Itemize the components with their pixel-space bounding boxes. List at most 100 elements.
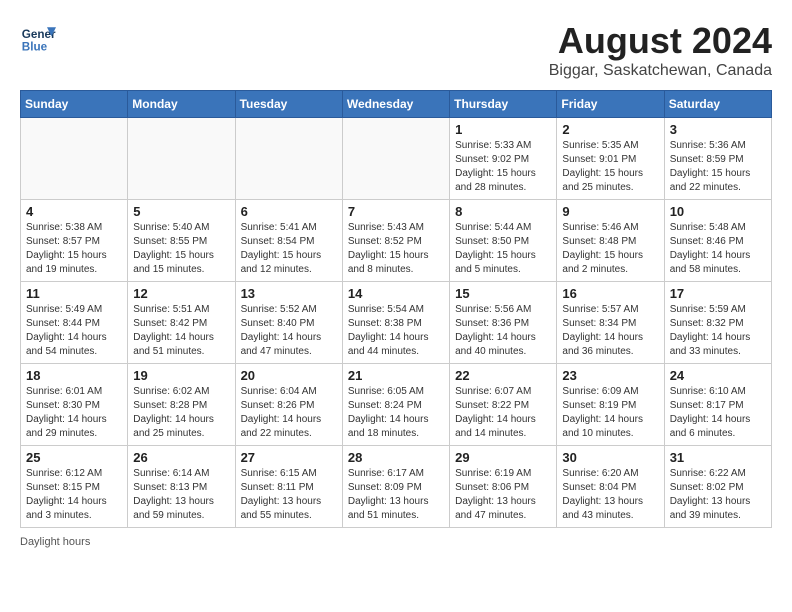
calendar-cell: 6Sunrise: 5:41 AMSunset: 8:54 PMDaylight… <box>235 200 342 282</box>
logo-icon: General Blue <box>20 20 56 56</box>
day-number: 4 <box>26 204 122 219</box>
day-info: Sunrise: 6:19 AMSunset: 8:06 PMDaylight:… <box>455 467 551 523</box>
day-info: Sunrise: 5:40 AMSunset: 8:55 PMDaylight:… <box>133 221 229 277</box>
svg-text:Blue: Blue <box>22 41 48 54</box>
day-info: Sunrise: 6:09 AMSunset: 8:19 PMDaylight:… <box>562 385 658 441</box>
day-number: 24 <box>670 368 766 383</box>
calendar-cell: 21 Sunrise: 6:05 AMSunset: 8:24 PMDayligh… <box>342 364 449 446</box>
calendar-cell: 7 Sunrise: 5:43 AMSunset: 8:52 PMDaylight… <box>342 200 449 282</box>
day-number: 2 <box>562 122 658 137</box>
calendar-cell: 9Sunrise: 5:46 AMSunset: 8:48 PMDaylight… <box>557 200 664 282</box>
calendar-cell: 27Sunrise: 6:15 AMSunset: 8:11 PMDayligh… <box>235 446 342 528</box>
day-number: 18 <box>26 368 122 383</box>
location: Biggar, Saskatchewan, Canada <box>549 62 772 80</box>
day-number: 29 <box>455 450 551 465</box>
day-number: 8 <box>455 204 551 219</box>
day-info: Sunrise: 6:05 AMSunset: 8:24 PMDaylight:… <box>348 385 444 441</box>
day-info: Sunrise: 5:56 AMSunset: 8:36 PMDaylight:… <box>455 303 551 359</box>
footer-note: Daylight hours <box>20 536 772 548</box>
calendar-cell: 2 Sunrise: 5:35 AMSunset: 9:01 PMDaylight… <box>557 118 664 200</box>
calendar-cell: 11Sunrise: 5:49 AMSunset: 8:44 PMDayligh… <box>21 282 128 364</box>
calendar-cell: 22Sunrise: 6:07 AMSunset: 8:22 PMDayligh… <box>450 364 557 446</box>
calendar-cell: 31 Sunrise: 6:22 AMSunset: 8:02 PMDayligh… <box>664 446 771 528</box>
day-info: Sunrise: 5:44 AMSunset: 8:50 PMDaylight:… <box>455 221 551 277</box>
day-number: 3 <box>670 122 766 137</box>
week-row-2: 4 Sunrise: 5:38 AMSunset: 8:57 PMDaylight… <box>21 200 772 282</box>
day-info: Sunrise: 6:04 AMSunset: 8:26 PMDaylight:… <box>241 385 337 441</box>
calendar-cell <box>21 118 128 200</box>
day-number: 12 <box>133 286 229 301</box>
calendar-cell: 26Sunrise: 6:14 AMSunset: 8:13 PMDayligh… <box>128 446 235 528</box>
calendar-header: SundayMondayTuesdayWednesdayThursdayFrid… <box>21 91 772 118</box>
day-number: 25 <box>26 450 122 465</box>
day-info: Sunrise: 6:12 AMSunset: 8:15 PMDaylight:… <box>26 467 122 523</box>
day-info: Sunrise: 6:14 AMSunset: 8:13 PMDaylight:… <box>133 467 229 523</box>
week-row-4: 18Sunrise: 6:01 AMSunset: 8:30 PMDayligh… <box>21 364 772 446</box>
day-info: Sunrise: 5:38 AMSunset: 8:57 PMDaylight:… <box>26 221 122 277</box>
day-number: 31 <box>670 450 766 465</box>
calendar-cell: 23Sunrise: 6:09 AMSunset: 8:19 PMDayligh… <box>557 364 664 446</box>
calendar-cell: 25 Sunrise: 6:12 AMSunset: 8:15 PMDayligh… <box>21 446 128 528</box>
day-header-tuesday: Tuesday <box>235 91 342 118</box>
day-number: 22 <box>455 368 551 383</box>
week-row-1: 1Sunrise: 5:33 AMSunset: 9:02 PMDaylight… <box>21 118 772 200</box>
day-info: Sunrise: 5:43 AMSunset: 8:52 PMDaylight:… <box>348 221 444 277</box>
day-number: 7 <box>348 204 444 219</box>
day-number: 16 <box>562 286 658 301</box>
day-info: Sunrise: 6:17 AMSunset: 8:09 PMDaylight:… <box>348 467 444 523</box>
day-info: Sunrise: 6:15 AMSunset: 8:11 PMDaylight:… <box>241 467 337 523</box>
day-info: Sunrise: 5:41 AMSunset: 8:54 PMDaylight:… <box>241 221 337 277</box>
day-number: 14 <box>348 286 444 301</box>
calendar-cell: 17 Sunrise: 5:59 AMSunset: 8:32 PMDayligh… <box>664 282 771 364</box>
day-info: Sunrise: 6:22 AMSunset: 8:02 PMDaylight:… <box>670 467 766 523</box>
calendar-table: SundayMondayTuesdayWednesdayThursdayFrid… <box>20 90 772 528</box>
week-row-3: 11Sunrise: 5:49 AMSunset: 8:44 PMDayligh… <box>21 282 772 364</box>
calendar-cell: 15 Sunrise: 5:56 AMSunset: 8:36 PMDayligh… <box>450 282 557 364</box>
day-info: Sunrise: 5:51 AMSunset: 8:42 PMDaylight:… <box>133 303 229 359</box>
day-header-monday: Monday <box>128 91 235 118</box>
calendar-cell: 13 Sunrise: 5:52 AMSunset: 8:40 PMDayligh… <box>235 282 342 364</box>
day-number: 21 <box>348 368 444 383</box>
day-info: Sunrise: 6:02 AMSunset: 8:28 PMDaylight:… <box>133 385 229 441</box>
day-info: Sunrise: 5:52 AMSunset: 8:40 PMDaylight:… <box>241 303 337 359</box>
day-info: Sunrise: 5:59 AMSunset: 8:32 PMDaylight:… <box>670 303 766 359</box>
calendar-cell: 16 Sunrise: 5:57 AMSunset: 8:34 PMDayligh… <box>557 282 664 364</box>
calendar-cell <box>235 118 342 200</box>
day-number: 13 <box>241 286 337 301</box>
title-area: August 2024 Biggar, Saskatchewan, Canada <box>549 20 772 80</box>
calendar-cell: 12 Sunrise: 5:51 AMSunset: 8:42 PMDayligh… <box>128 282 235 364</box>
calendar-cell: 1Sunrise: 5:33 AMSunset: 9:02 PMDaylight… <box>450 118 557 200</box>
calendar-cell <box>342 118 449 200</box>
calendar-cell: 10 Sunrise: 5:48 AMSunset: 8:46 PMDayligh… <box>664 200 771 282</box>
day-info: Sunrise: 5:35 AMSunset: 9:01 PMDaylight:… <box>562 139 658 195</box>
calendar-cell: 30 Sunrise: 6:20 AMSunset: 8:04 PMDayligh… <box>557 446 664 528</box>
calendar-cell: 5Sunrise: 5:40 AMSunset: 8:55 PMDaylight… <box>128 200 235 282</box>
day-info: Sunrise: 5:48 AMSunset: 8:46 PMDaylight:… <box>670 221 766 277</box>
day-number: 17 <box>670 286 766 301</box>
day-info: Sunrise: 6:20 AMSunset: 8:04 PMDaylight:… <box>562 467 658 523</box>
calendar-cell <box>128 118 235 200</box>
day-number: 30 <box>562 450 658 465</box>
week-row-5: 25 Sunrise: 6:12 AMSunset: 8:15 PMDayligh… <box>21 446 772 528</box>
day-info: Sunrise: 5:54 AMSunset: 8:38 PMDaylight:… <box>348 303 444 359</box>
day-info: Sunrise: 5:33 AMSunset: 9:02 PMDaylight:… <box>455 139 551 195</box>
day-header-thursday: Thursday <box>450 91 557 118</box>
day-info: Sunrise: 6:10 AMSunset: 8:17 PMDaylight:… <box>670 385 766 441</box>
calendar-cell: 8 Sunrise: 5:44 AMSunset: 8:50 PMDaylight… <box>450 200 557 282</box>
day-number: 19 <box>133 368 229 383</box>
day-number: 11 <box>26 286 122 301</box>
calendar-cell: 20 Sunrise: 6:04 AMSunset: 8:26 PMDayligh… <box>235 364 342 446</box>
day-info: Sunrise: 5:36 AMSunset: 8:59 PMDaylight:… <box>670 139 766 195</box>
calendar-cell: 4 Sunrise: 5:38 AMSunset: 8:57 PMDaylight… <box>21 200 128 282</box>
day-number: 15 <box>455 286 551 301</box>
day-number: 28 <box>348 450 444 465</box>
day-number: 10 <box>670 204 766 219</box>
calendar-cell: 28 Sunrise: 6:17 AMSunset: 8:09 PMDayligh… <box>342 446 449 528</box>
day-info: Sunrise: 5:57 AMSunset: 8:34 PMDaylight:… <box>562 303 658 359</box>
day-info: Sunrise: 5:46 AMSunset: 8:48 PMDaylight:… <box>562 221 658 277</box>
day-number: 20 <box>241 368 337 383</box>
month-year: August 2024 <box>549 20 772 62</box>
logo: General Blue <box>20 20 56 56</box>
calendar-cell: 29 Sunrise: 6:19 AMSunset: 8:06 PMDayligh… <box>450 446 557 528</box>
header: General Blue August 2024 Biggar, Saskatc… <box>20 20 772 80</box>
